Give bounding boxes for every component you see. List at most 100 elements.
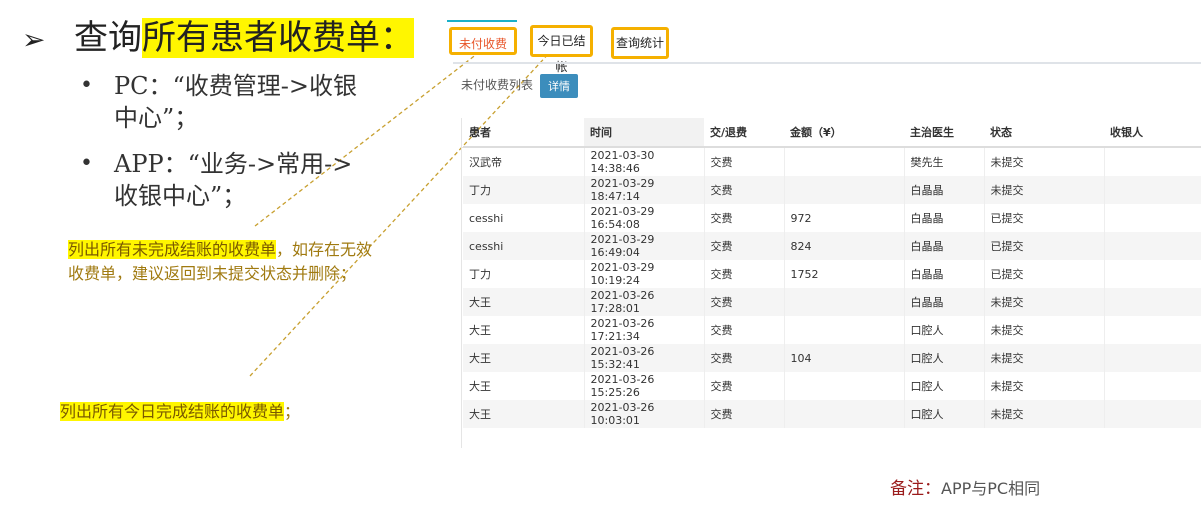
- header-status[interactable]: 状态: [984, 118, 1104, 148]
- cell-doctor: 口腔人: [903, 400, 984, 428]
- cell-status: 未提交: [983, 316, 1104, 344]
- cell-cashier: [1103, 316, 1201, 344]
- cell-doctor: 口腔人: [903, 344, 984, 372]
- tab-unpaid[interactable]: 未付收费: [449, 27, 517, 55]
- cell-cashier: [1103, 372, 1201, 400]
- cell-time: 2021-03-26 15:32:41: [583, 344, 704, 372]
- cell-status: 未提交: [983, 288, 1104, 316]
- cell-doctor: 白晶晶: [903, 176, 984, 204]
- note-unpaid-line2: 收费单，建议返回到未提交状态并删除；: [68, 264, 357, 283]
- bullet-app-line2: 收银中心”；: [114, 182, 247, 210]
- header-patient[interactable]: 患者: [463, 118, 584, 148]
- heading-highlight: 所有患者收费单: [142, 18, 380, 58]
- cell-amount: [783, 288, 904, 316]
- table-row[interactable]: 大王 2021-03-26 10:03:01 交费 口腔人 未提交: [463, 400, 1201, 428]
- cell-doctor: 口腔人: [903, 316, 984, 344]
- cell-type: 交费: [703, 176, 784, 204]
- cell-patient: cesshi: [463, 232, 584, 260]
- cell-time: 2021-03-26 17:28:01: [583, 288, 704, 316]
- list-label: 未付收费列表: [461, 78, 534, 92]
- bullet-pc: • PC：“收费管理->收银 中心”；: [80, 70, 357, 134]
- slide-heading: ➢ 查询所有患者收费单：: [22, 14, 414, 64]
- table-row[interactable]: 丁力 2021-03-29 10:19:24 交费 1752 白晶晶 已提交: [463, 260, 1201, 288]
- cell-amount: 824: [783, 232, 904, 260]
- cell-cashier: [1103, 204, 1201, 232]
- cell-cashier: [1103, 400, 1201, 428]
- header-cashier[interactable]: 收银人: [1104, 118, 1201, 148]
- cell-cashier: [1103, 176, 1201, 204]
- table-row[interactable]: 丁力 2021-03-29 18:47:14 交费 白晶晶 未提交: [463, 176, 1201, 204]
- header-time[interactable]: 时间: [584, 118, 704, 148]
- tab-query-stats[interactable]: 查询统计: [611, 27, 669, 59]
- bullet-app-line1: APP：“业务->常用->: [114, 150, 353, 178]
- cell-status: 未提交: [983, 176, 1104, 204]
- heading-prefix: 查询: [74, 18, 142, 58]
- cell-time: 2021-03-29 16:54:08: [583, 204, 704, 232]
- cell-cashier: [1103, 344, 1201, 372]
- table-left-rule: [461, 118, 462, 448]
- table-row[interactable]: 大王 2021-03-26 15:32:41 交费 104 口腔人 未提交: [463, 344, 1201, 372]
- cell-cashier: [1103, 147, 1201, 176]
- cell-time: 2021-03-26 10:03:01: [583, 400, 704, 428]
- cell-status: 未提交: [983, 147, 1104, 176]
- cell-amount: [783, 316, 904, 344]
- cell-doctor: 白晶晶: [903, 260, 984, 288]
- note-today: 列出所有今日完成结账的收费单；: [60, 400, 300, 424]
- cell-type: 交费: [703, 344, 784, 372]
- cell-type: 交费: [703, 400, 784, 428]
- cell-amount: [783, 176, 904, 204]
- table-row[interactable]: 大王 2021-03-26 17:21:34 交费 口腔人 未提交: [463, 316, 1201, 344]
- note-unpaid: 列出所有未完成结账的收费单，如存在无效 收费单，建议返回到未提交状态并删除；: [68, 238, 372, 286]
- note-today-highlight: 列出所有今日完成结账的收费单: [60, 402, 285, 421]
- unpaid-table: 患者 时间 交/退费 金额（¥） 主治医生 状态 收银人 汉武帝 2021-03-…: [463, 118, 1201, 428]
- table-row[interactable]: 大王 2021-03-26 15:25:26 交费 口腔人 未提交: [463, 372, 1201, 400]
- table-row[interactable]: 汉武帝 2021-03-30 14:38:46 交费 樊先生 未提交: [463, 147, 1201, 176]
- arrow-right-icon: ➢: [22, 23, 46, 56]
- cell-amount: 972: [783, 204, 904, 232]
- cell-doctor: 口腔人: [903, 372, 984, 400]
- cell-status: 已提交: [983, 232, 1104, 260]
- cell-type: 交费: [703, 372, 784, 400]
- cell-cashier: [1103, 260, 1201, 288]
- cell-status: 未提交: [983, 400, 1104, 428]
- table-row[interactable]: cesshi 2021-03-29 16:54:08 交费 972 白晶晶 已提交: [463, 204, 1201, 232]
- header-type[interactable]: 交/退费: [704, 118, 784, 148]
- cell-amount: [783, 147, 904, 176]
- heading-suffix: ：: [380, 18, 414, 58]
- cell-doctor: 白晶晶: [903, 204, 984, 232]
- cell-time: 2021-03-29 10:19:24: [583, 260, 704, 288]
- cell-patient: cesshi: [469, 211, 504, 225]
- header-doctor[interactable]: 主治医生: [904, 118, 984, 148]
- cell-patient: 大王: [463, 400, 584, 428]
- cell-time: 2021-03-26 15:25:26: [583, 372, 704, 400]
- table-row[interactable]: cesshi 2021-03-29 16:49:04 交费 824 白晶晶 已提交: [463, 232, 1201, 260]
- note-today-rest: ；: [284, 402, 301, 421]
- cell-status: 未提交: [983, 344, 1104, 372]
- cell-type: 交费: [703, 316, 784, 344]
- note-unpaid-rest: ，如存在无效: [276, 240, 373, 259]
- detail-button[interactable]: 详情: [540, 74, 578, 98]
- bullet-app: • APP：“业务->常用-> 收银中心”；: [80, 148, 353, 212]
- cell-patient: 丁力: [463, 176, 584, 204]
- cell-type: 交费: [703, 232, 784, 260]
- footnote-text: APP与PC相同: [941, 479, 1041, 498]
- cell-amount: 104: [783, 344, 904, 372]
- cell-time: 2021-03-30 14:38:46: [583, 147, 704, 176]
- cell-status: 已提交: [983, 260, 1104, 288]
- cell-amount: 1752: [783, 260, 904, 288]
- table-row[interactable]: 大王 2021-03-26 17:28:01 交费 白晶晶 未提交: [463, 288, 1201, 316]
- bullet-dot-icon: •: [80, 73, 93, 98]
- cell-time: 2021-03-29 18:47:14: [583, 176, 704, 204]
- cell-cashier: [1103, 288, 1201, 316]
- cell-type: 交费: [703, 288, 784, 316]
- cell-status: 已提交: [983, 204, 1104, 232]
- header-amount[interactable]: 金额（¥）: [784, 118, 904, 148]
- tab-today-settled[interactable]: 今日已结帐: [530, 25, 593, 74]
- cell-patient: 汉武帝: [469, 156, 502, 169]
- cell-type: 交费: [703, 147, 784, 176]
- bullet-pc-line1: PC：“收费管理->收银: [114, 72, 357, 100]
- cell-patient: 大王: [463, 344, 584, 372]
- cell-doctor: 白晶晶: [903, 232, 984, 260]
- cell-patient: 丁力: [469, 268, 491, 281]
- table-header-row: 患者 时间 交/退费 金额（¥） 主治医生 状态 收银人: [463, 118, 1201, 148]
